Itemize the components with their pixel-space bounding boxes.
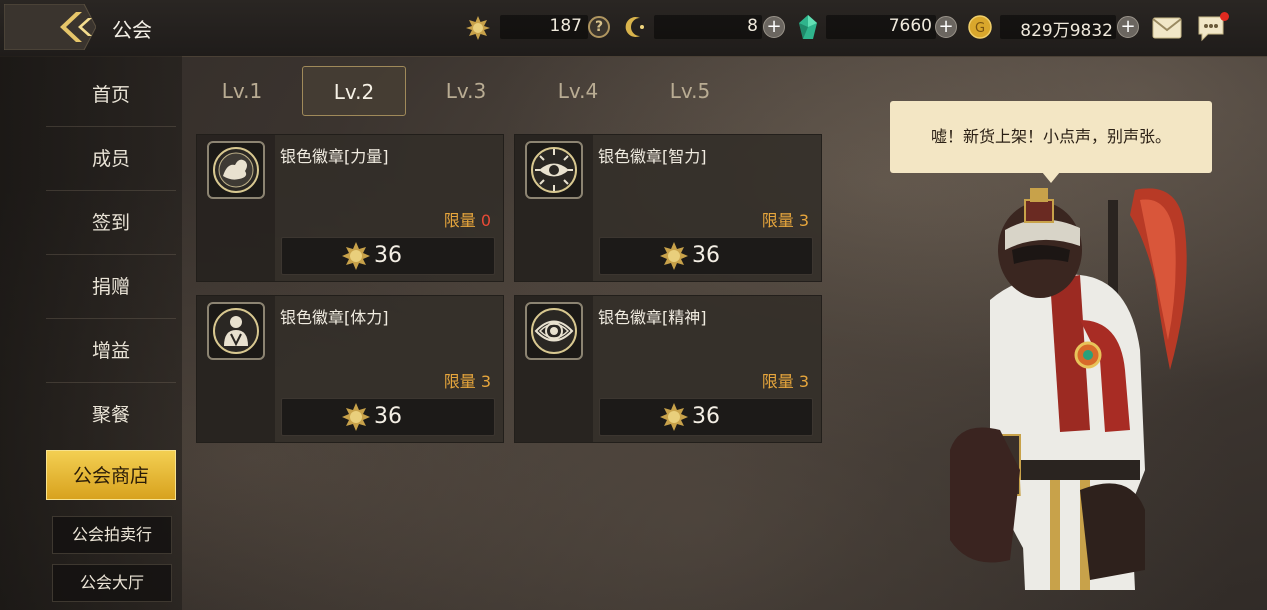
tab-lv1[interactable]: Lv.1 [190,66,294,116]
sidebar-item-home[interactable]: 首页 [46,64,176,127]
page-title: 公会 [112,18,152,42]
buy-button[interactable]: 36 [599,237,813,275]
add-gold-button[interactable]: + [1117,16,1139,38]
sidebar-item-feast[interactable]: 聚餐 [46,384,176,446]
item-name: 银色徽章[精神] [598,308,707,327]
guild-medal-icon [660,403,688,431]
add-green-gem-button[interactable]: + [935,16,957,38]
item-name: 银色徽章[力量] [280,147,389,166]
tab-lv5[interactable]: Lv.5 [638,66,742,116]
gold-coin-value: 829万9832 [1020,21,1113,41]
green-gem-icon [799,15,817,39]
item-limit: 限量 3 [761,372,809,391]
tab-lv2[interactable]: Lv.2 [302,66,406,116]
crescent-coin-value: 8 [747,16,758,36]
help-button[interactable]: ? [588,16,610,38]
shop-item-card[interactable]: 银色徽章[力量] 限量 0 36 [196,134,504,282]
intelligence-eye-emblem-icon [525,141,583,199]
npc-speech-bubble: 嘘！新货上架！小点声，别声张。 [890,101,1212,173]
sidebar-item-checkin[interactable]: 签到 [46,192,176,255]
tab-lv4[interactable]: Lv.4 [526,66,630,116]
sidebar-item-members[interactable]: 成员 [46,128,176,191]
buy-button[interactable]: 36 [281,237,495,275]
notification-dot [1220,12,1229,21]
strength-emblem-icon [207,141,265,199]
svg-text:G: G [975,21,985,36]
vitality-figure-emblem-icon [207,302,265,360]
guild-medal-value: 187 [549,16,582,36]
shop-item-card[interactable]: 银色徽章[精神] 限量 3 36 [514,295,822,443]
green-gem-value: 7660 [888,16,932,36]
buy-button[interactable]: 36 [281,398,495,436]
top-bar: 公会 187 ? 8 + 7660 + G 829万9832 + [0,0,1267,57]
tab-lv3[interactable]: Lv.3 [414,66,518,116]
sidebar-item-donate[interactable]: 捐赠 [46,256,176,319]
sidebar-item-guild-shop[interactable]: 公会商店 [46,450,176,500]
back-button[interactable] [3,3,97,51]
item-name: 银色徽章[体力] [280,308,389,327]
shop-item-card[interactable]: 银色徽章[智力] 限量 3 36 [514,134,822,282]
sidebar-item-buffs[interactable]: 增益 [46,320,176,383]
spirit-eye-emblem-icon [525,302,583,360]
item-price: 36 [692,243,720,268]
mail-icon[interactable] [1152,17,1182,39]
guild-medal-icon [660,242,688,270]
shop-item-card[interactable]: 银色徽章[体力] 限量 3 36 [196,295,504,443]
guild-medal-icon [342,242,370,270]
item-limit: 限量 3 [443,372,491,391]
sidebar-item-guild-auction[interactable]: 公会拍卖行 [52,516,172,554]
back-arrow-icon [3,3,97,51]
guild-medal-icon [342,403,370,431]
add-crescent-coin-button[interactable]: + [763,16,785,38]
shopkeeper-npc [950,188,1187,590]
sidebar-item-guild-hall[interactable]: 公会大厅 [52,564,172,602]
buy-button[interactable]: 36 [599,398,813,436]
item-price: 36 [374,243,402,268]
item-limit: 限量 3 [761,211,809,230]
item-price: 36 [374,404,402,429]
item-limit: 限量 0 [443,211,491,230]
gold-coin-icon: G [968,15,992,39]
crescent-coin-icon [625,17,644,37]
item-name: 银色徽章[智力] [598,147,707,166]
item-price: 36 [692,404,720,429]
guild-medal-icon [466,16,490,40]
